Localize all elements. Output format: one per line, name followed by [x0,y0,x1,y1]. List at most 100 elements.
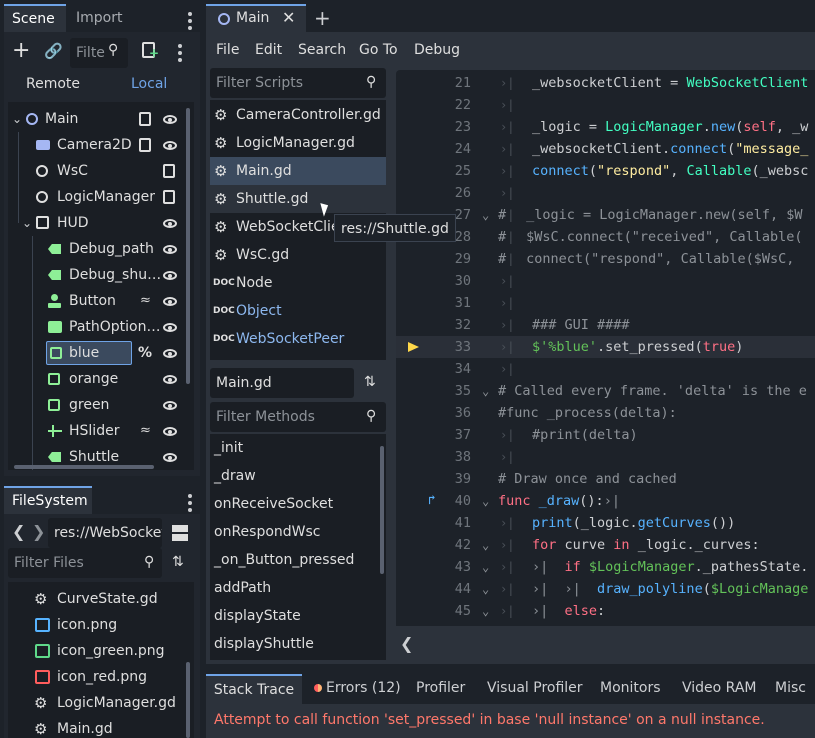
script-icon[interactable] [163,190,175,204]
tree-node-hslider[interactable]: HSlider ≈ [8,418,194,444]
script-item-hover[interactable]: ⚙ Shuttle.gd [210,185,386,213]
menu-file[interactable]: File [216,42,239,58]
back-icon[interactable]: ❮ [12,522,25,541]
visibility-eye-icon[interactable] [163,453,177,462]
code-line[interactable]: 35 ⌄ # Called every frame. 'delta' is the … [396,380,815,402]
code-line[interactable]: 41 ›| print(_logic.getCurves()) [396,512,815,534]
tree-node-button[interactable]: Button ≈ [8,288,194,314]
unique-name-icon[interactable]: % [138,340,152,366]
code-line[interactable]: 27 ›| ⌄ # _logic = LogicManager.new(self, $W [396,204,815,226]
tree-node-debug-shuttle[interactable]: Debug_shu… [8,262,194,288]
scene-filter-input[interactable]: Filte [70,38,128,68]
tree-node-hud[interactable]: ⌄ HUD [8,210,194,236]
fold-chevron-icon[interactable]: ⌄ [482,600,489,622]
code-line[interactable]: 29 ›| # connect("respond", Callable($WsC, [396,248,815,270]
tree-node-debug-path[interactable]: Debug_path [8,236,194,262]
tab-scene[interactable]: Scene [4,4,66,32]
script-item[interactable]: ⚙ LogicManager.gd [210,129,386,157]
visibility-eye-icon[interactable] [163,323,177,332]
menu-goto[interactable]: Go To [359,42,398,58]
method-item[interactable]: onRespondWsc [210,518,386,546]
close-icon[interactable]: ✕ [282,8,295,27]
doc-item[interactable]: DOC Node [210,269,386,297]
filesystem-menu-icon[interactable] [188,494,192,515]
local-toggle[interactable]: Local [131,76,167,92]
method-item[interactable]: displayState [210,602,386,630]
code-line[interactable]: 23 ›| _logic = LogicManager.new(self, _w [396,116,815,138]
script-item[interactable]: ⚙ CameraController.gd [210,101,386,129]
path-field[interactable]: res://WebSocket [48,518,162,548]
code-line[interactable]: 34 ›| [396,358,815,380]
code-line[interactable]: 22 ›| [396,94,815,116]
override-icon[interactable]: ↱ [428,490,436,512]
fold-chevron-icon[interactable]: ⌄ [482,556,489,578]
tab-import[interactable]: Import [68,4,130,32]
forward-icon[interactable]: ❯ [32,522,45,541]
tree-node-blue[interactable]: blue % [8,340,194,366]
file-item[interactable]: ⚙ CurveState.gd [8,586,194,612]
tab-profiler[interactable]: Profiler [416,680,465,696]
menu-search[interactable]: Search [298,42,346,58]
collapse-panel-icon[interactable]: ❮ [400,634,413,653]
visibility-eye-icon[interactable] [163,219,177,228]
file-item[interactable]: ⚙ Main.gd [8,716,194,738]
visibility-eye-icon[interactable] [163,271,177,280]
method-item[interactable]: displayShuttle [210,630,386,658]
code-line[interactable]: 44 ›| ⌄ ›| ›| draw_polyline($LogicManage [396,578,815,600]
tab-visual-profiler[interactable]: Visual Profiler [487,680,583,696]
method-item[interactable]: _on_Button_pressed [210,546,386,574]
code-line[interactable]: 26 ›| [396,182,815,204]
tree-hscrollbar[interactable] [14,465,154,469]
tree-vscrollbar[interactable] [186,108,190,384]
scene-tab-main[interactable]: Main ✕ [206,4,306,32]
tree-node-camera2d[interactable]: Camera2D [8,132,194,158]
filter-methods-input[interactable]: Filter Methods [210,402,386,432]
visibility-eye-icon[interactable] [163,245,177,254]
scene-options-icon[interactable] [178,44,182,65]
visibility-eye-icon[interactable] [163,375,177,384]
fold-chevron-icon[interactable]: ⌄ [482,490,489,512]
tab-errors[interactable]: Errors (12) [314,680,401,696]
menu-edit[interactable]: Edit [255,42,282,58]
tree-node-wsc[interactable]: WsC [8,158,194,184]
tab-misc[interactable]: Misc [775,680,806,696]
tree-node-main[interactable]: ⌄ Main [8,106,194,132]
file-item[interactable]: icon_red.png [8,664,194,690]
doc-item[interactable]: DOC Object [210,297,386,325]
chevron-down-icon[interactable]: ⌄ [12,106,22,132]
method-item[interactable]: addPath [210,574,386,602]
link-icon[interactable]: 🔗 [44,42,63,60]
tree-node-green[interactable]: green [8,392,194,418]
file-list-scrollbar[interactable] [186,662,190,738]
split-view-icon[interactable] [172,525,188,541]
file-item[interactable]: icon_green.png [8,638,194,664]
code-line[interactable]: 37 ›| #print(delta) [396,424,815,446]
method-list-scrollbar[interactable] [380,446,384,574]
code-line[interactable]: 25 ›| connect("respond", Callable(_websc [396,160,815,182]
script-icon[interactable] [163,164,175,178]
add-scene-tab-icon[interactable]: + [314,6,331,30]
tree-node-logicmanager[interactable]: LogicManager [8,184,194,210]
fold-chevron-icon[interactable]: ⌄ [482,380,489,402]
visibility-eye-icon[interactable] [163,427,177,436]
fold-chevron-icon[interactable]: ⌄ [482,578,489,600]
code-line[interactable]: 40 ↱ ⌄ func _draw():›| [396,490,815,512]
visibility-eye-icon[interactable] [163,297,177,306]
script-icon[interactable] [139,112,151,126]
sort-icon[interactable]: ⇅ [172,554,184,570]
script-item-selected[interactable]: ⚙ Main.gd [210,157,386,185]
code-line[interactable]: 32 ›| ### GUI #### [396,314,815,336]
attach-script-icon[interactable]: + [142,42,159,60]
method-item[interactable]: _draw [210,462,386,490]
code-line[interactable]: 38 ›| [396,446,815,468]
method-item[interactable]: _init [210,434,386,462]
visibility-eye-icon[interactable] [163,115,177,124]
chevron-down-icon[interactable]: ⌄ [22,210,32,236]
script-item[interactable]: ⚙ WsC.gd [210,241,386,269]
visibility-eye-icon[interactable] [163,141,177,150]
signal-icon[interactable]: ≈ [140,288,151,314]
code-line[interactable]: 43 ›| ⌄ ›| if $LogicManager._pathesState. [396,556,815,578]
visibility-eye-icon[interactable] [163,349,177,358]
signal-icon[interactable]: ≈ [140,418,151,444]
scene-menu-icon[interactable] [188,12,192,33]
